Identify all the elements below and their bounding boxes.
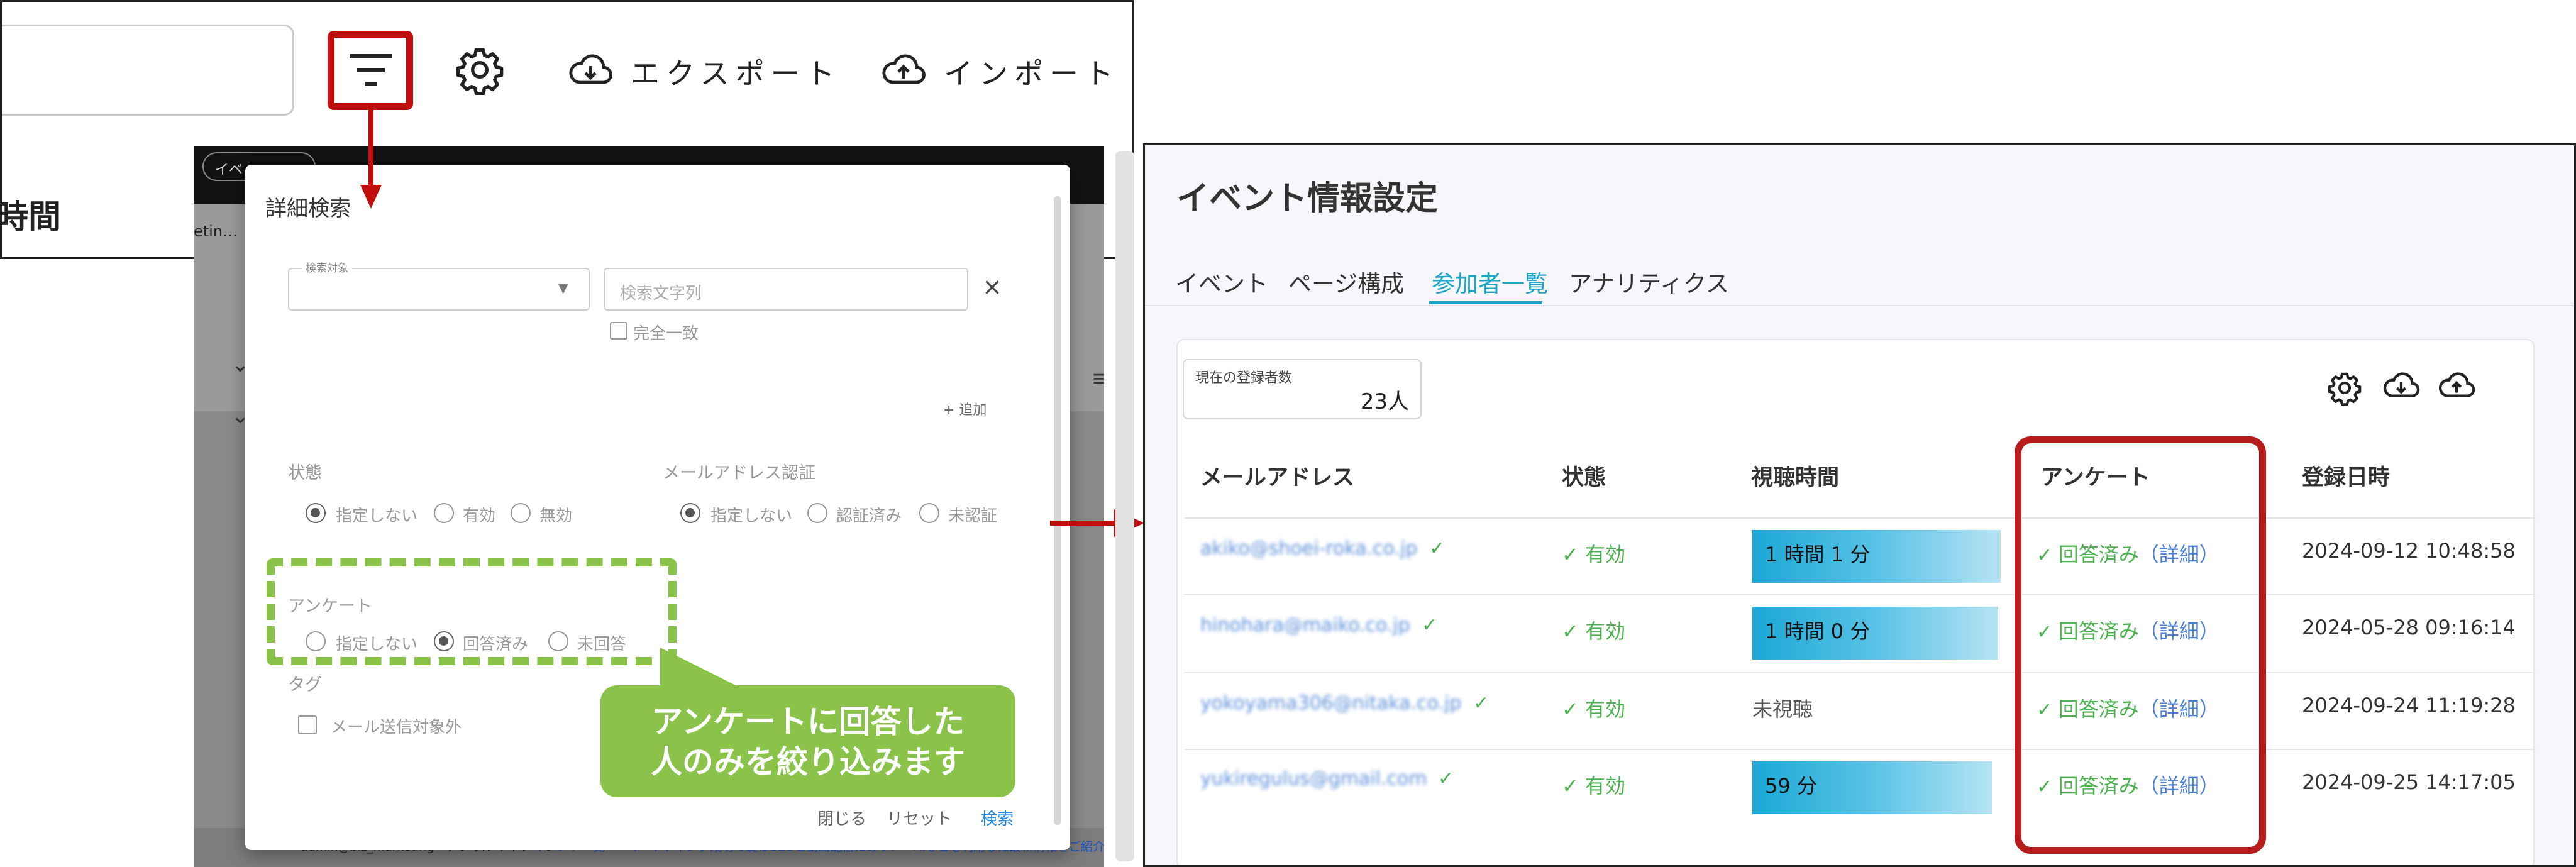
- tab-page-structure[interactable]: ページ構成: [1288, 265, 1404, 299]
- row-email[interactable]: yukiregulus@gmail.com: [1200, 768, 1427, 790]
- column-header-email[interactable]: メールアドレス: [1200, 460, 1354, 492]
- export-label[interactable]: エクスポート: [631, 51, 841, 92]
- clear-icon[interactable]: ×: [982, 273, 1002, 301]
- exclude-mail-label: メール送信対象外: [331, 718, 462, 737]
- state-radio-active[interactable]: [434, 503, 454, 523]
- search-query-input[interactable]: 検索文字列: [604, 268, 968, 311]
- state-group-title: 状態: [288, 463, 322, 483]
- filter-lines-icon: ≡: [1092, 366, 1104, 391]
- gear-icon: [456, 48, 504, 96]
- mail-verification-title: メールアドレス認証: [663, 463, 815, 483]
- exact-match-checkbox[interactable]: [610, 322, 627, 340]
- export-button[interactable]: [2382, 370, 2420, 403]
- callout-text-line2: 人のみを絞り込みます: [651, 744, 965, 780]
- row-registered: 2024-05-28 09:16:14: [2302, 616, 2516, 639]
- active-tab-indicator: [1429, 301, 1542, 304]
- row-divider: [1184, 672, 2536, 673]
- mail-option-unverified: 未認証: [948, 507, 998, 526]
- column-header-registered[interactable]: 登録日時: [2302, 460, 2390, 492]
- check-icon: ✓: [1562, 543, 1585, 566]
- column-header-state[interactable]: 状態: [1562, 460, 1606, 492]
- mail-option-verified: 認証済み: [836, 507, 902, 526]
- row-state-label: 有効: [1584, 774, 1625, 798]
- row-email[interactable]: akiko@shoei-roka.co.jp: [1200, 538, 1417, 560]
- row-state-label: 有効: [1584, 697, 1625, 721]
- check-icon: ✓: [1562, 619, 1585, 643]
- exact-match-label: 完全一致: [633, 324, 699, 343]
- row-registered: 2024-09-24 11:19:28: [2302, 693, 2516, 717]
- mail-radio-verified[interactable]: [807, 503, 827, 523]
- tab-attendees[interactable]: 参加者一覧: [1432, 265, 1548, 299]
- row-divider: [1184, 594, 2536, 595]
- tag-group-title: タグ: [288, 675, 322, 695]
- row-watch-time: 1 時間 0 分: [1765, 619, 1871, 643]
- mail-option-any: 指定しない: [710, 507, 793, 526]
- row-watch-time: 未視聴: [1752, 697, 1813, 721]
- row-watch-time: 1 時間 1 分: [1765, 543, 1871, 566]
- row-registered: 2024-09-12 10:48:58: [2302, 539, 2516, 563]
- row-state-label: 有効: [1584, 543, 1625, 566]
- callout-text-line1: アンケートに回答した: [651, 704, 965, 740]
- column-header-watch-time[interactable]: 視聴時間: [1751, 460, 1839, 492]
- gear-icon: [2328, 372, 2362, 406]
- state-option-active: 有効: [463, 507, 496, 526]
- add-condition-button[interactable]: + 追加: [943, 399, 987, 419]
- background-tab-fragment: etin…: [194, 223, 238, 240]
- row-watch-time: 59 分: [1765, 774, 1817, 798]
- state-option-any: 指定しない: [336, 507, 418, 526]
- exclude-mail-checkbox[interactable]: [298, 715, 317, 734]
- attendee-panel: イベント情報設定 イベント ページ構成 参加者一覧 アナリティクス 現在の登録者…: [1143, 143, 2576, 867]
- row-registered: 2024-09-25 14:17:05: [2302, 770, 2516, 794]
- state-option-inactive: 無効: [539, 507, 573, 526]
- mail-radio-any[interactable]: [680, 503, 700, 523]
- import-button[interactable]: [881, 52, 926, 90]
- dialog-title: 詳細検索: [265, 196, 351, 221]
- caret-down-icon[interactable]: ▼: [558, 280, 568, 295]
- state-radio-inactive[interactable]: [511, 503, 531, 523]
- verified-check-icon: ✓: [1429, 538, 1446, 560]
- tab-divider: [1145, 305, 2574, 306]
- import-button[interactable]: [2438, 370, 2475, 403]
- row-email[interactable]: hinohara@maiko.co.jp: [1200, 614, 1410, 636]
- cloud-download-icon: [569, 54, 612, 84]
- row-divider: [1184, 517, 2536, 519]
- row-state: ✓ 有効: [1562, 770, 1625, 799]
- page-title: イベント情報設定: [1176, 180, 1439, 218]
- settings-button[interactable]: [2327, 370, 2362, 408]
- tab-analytics[interactable]: アナリティクス: [1569, 265, 1729, 299]
- cloud-download-icon: [2383, 372, 2420, 397]
- search-button[interactable]: 検索: [981, 806, 1014, 829]
- verified-check-icon: ✓: [1422, 614, 1438, 636]
- search-input[interactable]: [2, 25, 294, 116]
- state-radio-any[interactable]: [306, 503, 326, 523]
- import-label[interactable]: インポート: [944, 51, 1120, 92]
- row-state: ✓ 有効: [1562, 539, 1625, 568]
- row-state: ✓ 有効: [1562, 693, 1625, 722]
- search-target-legend: 検索対象: [302, 259, 352, 275]
- registrant-count-value: 23人: [1360, 389, 1409, 414]
- check-icon: ✓: [1562, 774, 1585, 798]
- settings-button[interactable]: [455, 45, 505, 97]
- column-header-fragment: 時間: [0, 199, 62, 236]
- filter-lines-icon: [350, 54, 392, 86]
- mail-radio-unverified[interactable]: [919, 503, 939, 523]
- cloud-upload-icon: [2438, 372, 2475, 397]
- row-state-label: 有効: [1584, 619, 1625, 643]
- reset-button[interactable]: リセット: [887, 806, 952, 829]
- verified-check-icon: ✓: [1473, 692, 1490, 714]
- row-divider: [1184, 749, 2536, 750]
- close-button[interactable]: 閉じる: [817, 806, 866, 829]
- filter-button[interactable]: [328, 31, 413, 110]
- export-button[interactable]: [568, 52, 613, 90]
- tab-event[interactable]: イベント: [1175, 265, 1268, 299]
- row-email[interactable]: yokoyama306@nitaka.co.jp: [1200, 692, 1461, 714]
- arrow-down-icon: [360, 108, 382, 209]
- row-state: ✓ 有効: [1562, 616, 1625, 644]
- survey-column-highlight: [2015, 436, 2266, 854]
- check-icon: ✓: [1562, 697, 1585, 721]
- verified-check-icon: ✓: [1438, 768, 1454, 790]
- cloud-upload-icon: [882, 54, 926, 84]
- scroll-strip: [1115, 151, 1134, 861]
